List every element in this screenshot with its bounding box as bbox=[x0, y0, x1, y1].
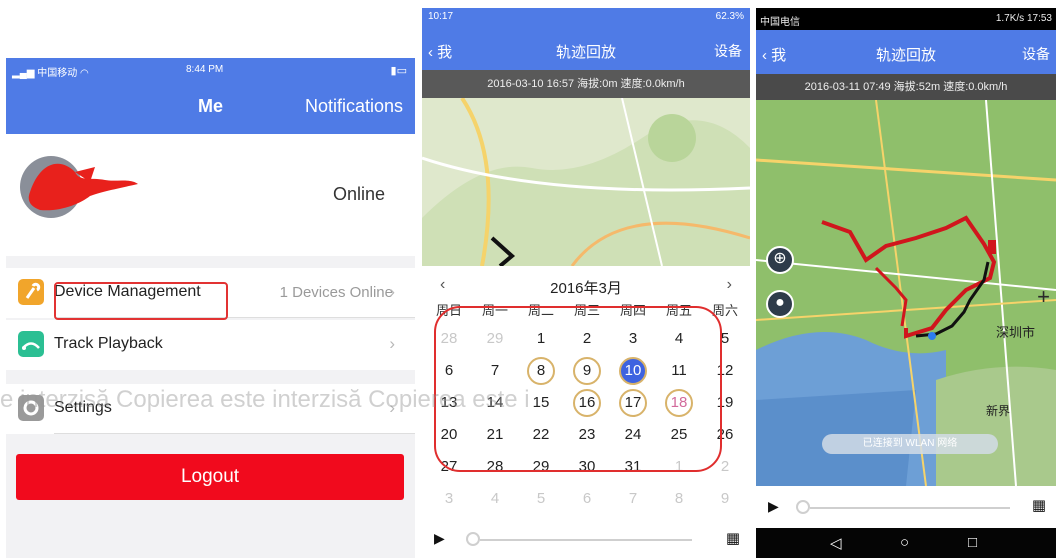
nav-bar: ‹ 我 轨迹回放 设备 bbox=[756, 30, 1056, 74]
annotation-highlight-box bbox=[434, 306, 722, 472]
status-time: 17:53 bbox=[1026, 13, 1052, 24]
calendar-day[interactable]: 8 bbox=[656, 484, 702, 514]
online-status: Online bbox=[332, 184, 385, 204]
status-time: 10:17 bbox=[428, 11, 454, 22]
page-title: 轨迹回放 bbox=[555, 44, 616, 61]
calendar-icon[interactable]: ▦ bbox=[1032, 496, 1046, 514]
locate-icon[interactable]: ⊕ bbox=[766, 246, 794, 274]
calendar-day-number: 2 bbox=[720, 458, 730, 475]
calendar-month: 2016年3月 bbox=[550, 280, 622, 297]
calendar-day-number: 4 bbox=[490, 490, 500, 507]
calendar-day[interactable]: 3 bbox=[426, 484, 472, 514]
chevron-right-icon: › bbox=[389, 282, 395, 301]
chevron-right-icon: › bbox=[389, 398, 395, 417]
calendar-day[interactable]: 4 bbox=[472, 484, 518, 514]
signal-icon: ▂▄▆ bbox=[12, 68, 38, 79]
device-button[interactable]: 设备 bbox=[1022, 44, 1050, 64]
device-button[interactable]: 设备 bbox=[714, 41, 742, 61]
carrier-text: 中国移动 bbox=[37, 68, 78, 79]
menu-item-label: Settings bbox=[54, 399, 112, 416]
calendar-day[interactable]: 5 bbox=[518, 484, 564, 514]
gear-icon bbox=[18, 395, 44, 421]
logout-button[interactable]: Logout bbox=[16, 454, 404, 500]
calendar-day[interactable]: 9 bbox=[702, 484, 748, 514]
map-label-city: 深圳市 bbox=[996, 325, 1036, 340]
map-view[interactable]: ⊕ ● + 深圳市 新界 已连接到 WLAN 网络 bbox=[756, 100, 1056, 486]
zoom-in-icon[interactable]: + bbox=[1037, 284, 1050, 310]
route-map bbox=[756, 100, 1056, 486]
map-graphic bbox=[422, 98, 750, 266]
menu-item-label: Track Playback bbox=[54, 335, 163, 352]
calendar-day-number: 5 bbox=[720, 330, 730, 347]
playback-bar: ▶ ▦ bbox=[756, 486, 1056, 528]
calendar-day-number: 9 bbox=[720, 490, 730, 507]
chevron-right-icon[interactable]: › bbox=[727, 276, 732, 294]
track-icon bbox=[18, 331, 44, 357]
home-nav-icon[interactable]: ○ bbox=[900, 534, 909, 551]
divider bbox=[54, 433, 415, 434]
annotation-highlight-box bbox=[54, 282, 228, 320]
position-info: 2016-03-10 16:57 海拔:0m 速度:0.0km/h bbox=[422, 70, 750, 98]
menu-item-value: 1 Devices Online bbox=[279, 284, 393, 301]
network-speed: 1.7K/s bbox=[995, 13, 1025, 24]
carrier-text: 中国电信 bbox=[760, 17, 800, 28]
status-bar: 10:17 62.3% bbox=[422, 8, 750, 26]
notifications-link[interactable]: Notifications bbox=[305, 96, 403, 117]
battery-icon: ▮▭ bbox=[390, 65, 407, 77]
chevron-right-icon: › bbox=[389, 334, 395, 353]
calendar-day[interactable]: 6 bbox=[564, 484, 610, 514]
calendar-day-number: 6 bbox=[582, 490, 592, 507]
me-screen: ▂▄▆ 中国移动 ◠ 8:44 PM ▮▭ Me Notifications O… bbox=[6, 58, 415, 558]
redaction-scribble bbox=[28, 163, 138, 211]
screenshot-collage: ▂▄▆ 中国移动 ◠ 8:44 PM ▮▭ Me Notifications O… bbox=[0, 0, 1056, 558]
carrier-label: ▂▄▆ 中国移动 ◠ bbox=[12, 64, 89, 79]
wifi-icon: ◠ bbox=[80, 68, 89, 79]
me-header: ▂▄▆ 中国移动 ◠ 8:44 PM ▮▭ Me Notifications bbox=[6, 58, 415, 134]
calendar-picker: ‹ 2016年3月 › 周日 周一 周二 周三 周四 周五 周六 28 29 1 2 3 4 5 6 7 8 9… bbox=[422, 266, 750, 516]
play-icon[interactable]: ▶ bbox=[434, 530, 445, 547]
status-time: 8:44 PM bbox=[186, 64, 224, 75]
wrench-icon bbox=[18, 279, 44, 305]
page-title: 轨迹回放 bbox=[875, 47, 936, 64]
menu-item-settings[interactable]: Settings › bbox=[6, 384, 415, 434]
status-bar: 中国电信 1.7K/s 17:53 bbox=[756, 8, 1056, 30]
calendar-day-number: 8 bbox=[674, 490, 684, 507]
status-bar: ▂▄▆ 中国移动 ◠ 8:44 PM ▮▭ bbox=[6, 62, 415, 79]
calendar-day-number: 3 bbox=[444, 490, 454, 507]
calendar-header: 10:17 62.3% ‹ 我 轨迹回放 设备 bbox=[422, 8, 750, 70]
calendar-month-header: ‹ 2016年3月 › bbox=[422, 272, 750, 298]
playback-slider[interactable] bbox=[810, 507, 1010, 509]
playback-slider-handle[interactable] bbox=[796, 500, 810, 514]
calendar-day[interactable]: 7 bbox=[610, 484, 656, 514]
battery-status: 62.3% bbox=[715, 11, 744, 22]
map-view[interactable] bbox=[422, 98, 750, 266]
recents-nav-icon[interactable]: □ bbox=[968, 534, 977, 551]
play-icon[interactable]: ▶ bbox=[768, 498, 779, 515]
calendar-screen: 10:17 62.3% ‹ 我 轨迹回放 设备 2016-03-10 16:57… bbox=[422, 8, 750, 558]
back-nav-icon[interactable]: ◁ bbox=[830, 534, 842, 552]
map-pin-icon[interactable]: ● bbox=[766, 290, 794, 318]
playback-slider-handle[interactable] bbox=[466, 532, 480, 546]
playback-bar: ▶ ▦ bbox=[422, 520, 750, 558]
profile-card[interactable]: Online bbox=[6, 134, 415, 256]
toast-message: 已连接到 WLAN 网络 bbox=[822, 434, 998, 454]
calendar-day-number: 5 bbox=[536, 490, 546, 507]
calendar-icon[interactable]: ▦ bbox=[726, 529, 740, 547]
playback-slider[interactable] bbox=[480, 539, 692, 541]
menu-item-track-playback[interactable]: Track Playback › bbox=[6, 320, 415, 370]
system-nav-bar: ◁ ○ □ bbox=[756, 528, 1056, 558]
position-info: 2016-03-11 07:49 海拔:52m 速度:0.0km/h bbox=[756, 74, 1056, 100]
status-right: 1.7K/s 17:53 bbox=[996, 13, 1052, 24]
map-label-district: 新界 bbox=[986, 404, 1011, 418]
map-playback-screen: 中国电信 1.7K/s 17:53 ‹ 我 轨迹回放 设备 2016-03-11… bbox=[756, 8, 1056, 558]
calendar-day-number: 7 bbox=[628, 490, 638, 507]
